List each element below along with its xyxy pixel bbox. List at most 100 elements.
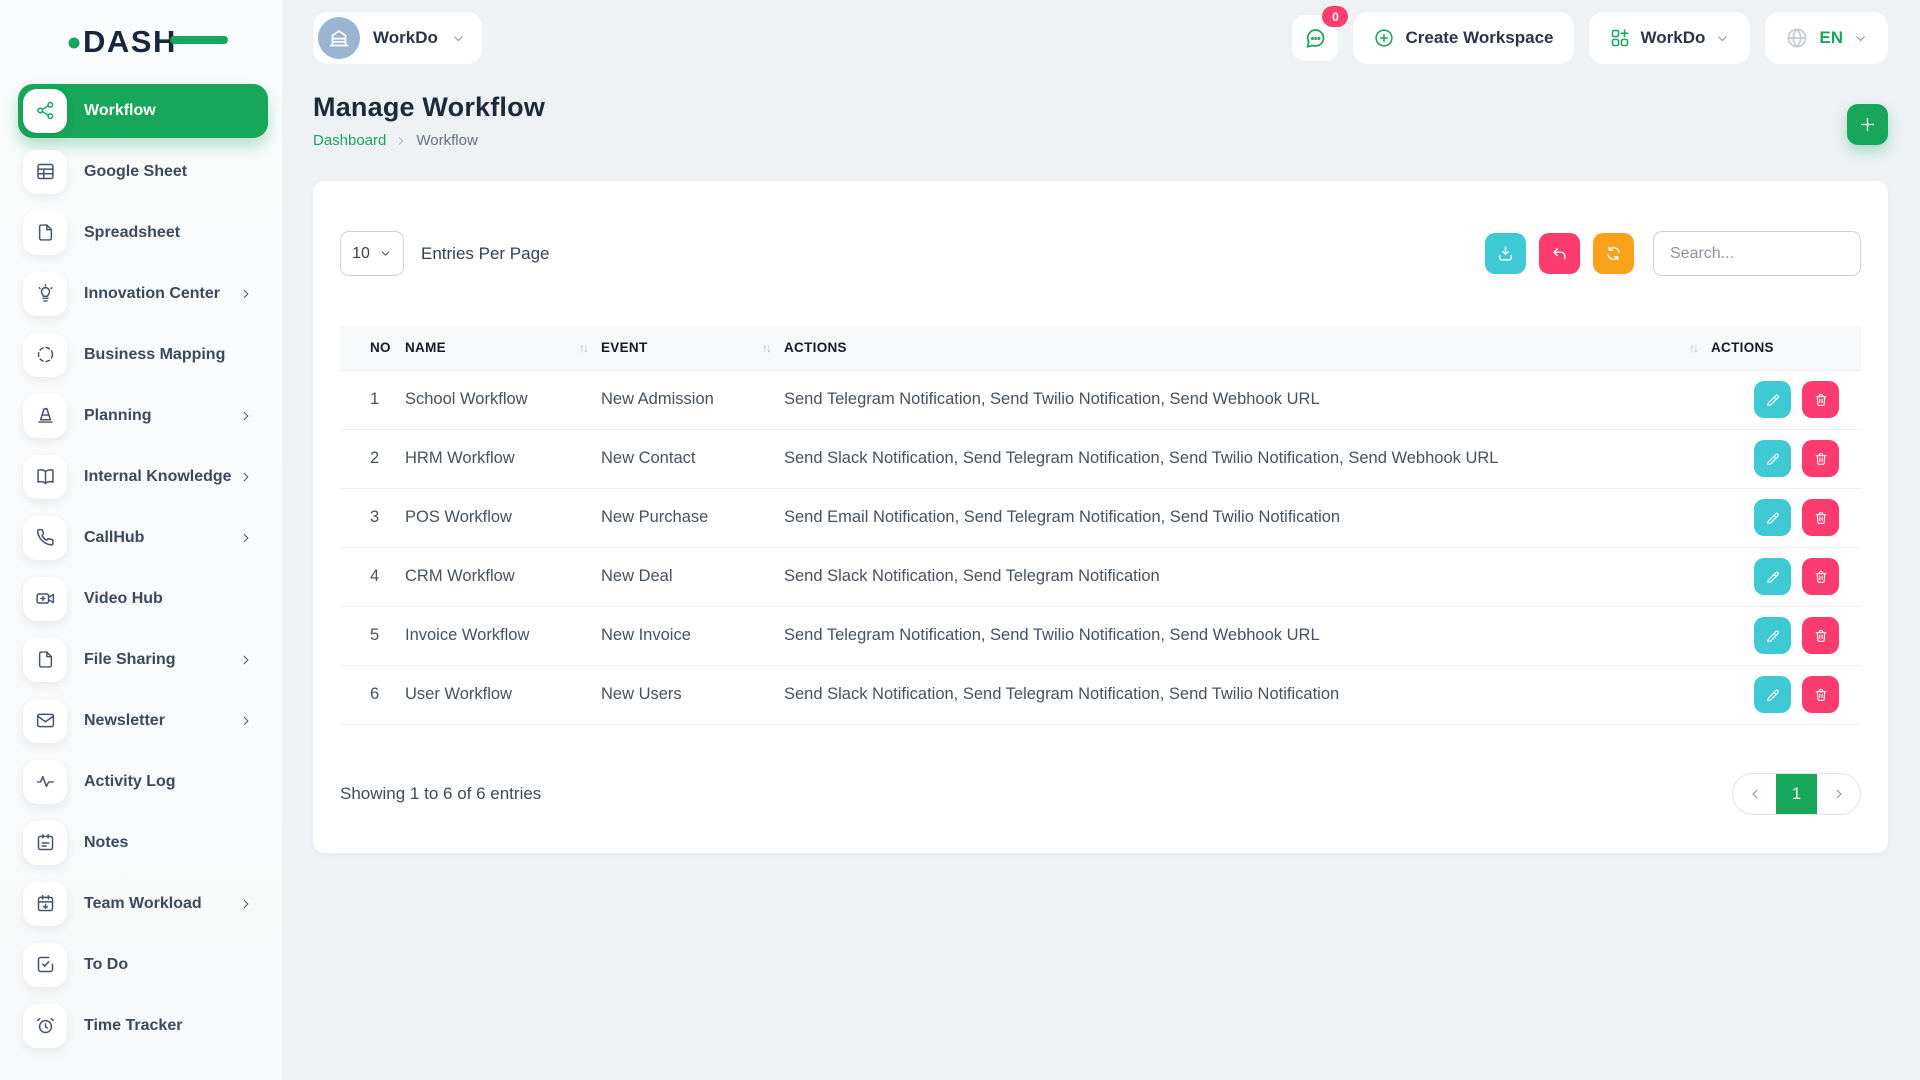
create-workspace-button[interactable]: Create Workspace xyxy=(1353,12,1573,64)
workspace-selector[interactable]: WorkDo xyxy=(313,12,482,64)
cell-event: New Deal xyxy=(601,547,784,606)
edit-row-button[interactable] xyxy=(1754,617,1791,654)
delete-row-button[interactable] xyxy=(1802,676,1839,713)
cell-no: 2 xyxy=(340,429,405,488)
entries-per-page-select[interactable]: 10 xyxy=(340,231,404,276)
breadcrumb-dashboard[interactable]: Dashboard xyxy=(313,132,386,149)
sidebar-item-internal-knowledge[interactable]: Internal Knowledge xyxy=(0,446,282,507)
chevron-right-icon xyxy=(239,531,253,545)
trash-icon xyxy=(1813,569,1829,585)
workflow-table-card: 10 Entries Per Page NONAME↑↓EVENT↑↓ACTIO… xyxy=(313,181,1888,853)
pencil-icon xyxy=(1765,392,1781,408)
pagination-page-1[interactable]: 1 xyxy=(1776,774,1817,814)
table-row: 6User WorkflowNew UsersSend Slack Notifi… xyxy=(340,665,1861,724)
sort-icon[interactable]: ↑↓ xyxy=(579,341,587,355)
cell-event: New Users xyxy=(601,665,784,724)
delete-row-button[interactable] xyxy=(1802,381,1839,418)
language-selector[interactable]: EN xyxy=(1765,12,1888,64)
sidebar-item-notes[interactable]: Notes xyxy=(0,812,282,873)
brand-logo: DASH xyxy=(0,0,282,80)
sidebar-item-video-hub[interactable]: Video Hub xyxy=(0,568,282,629)
chevron-down-icon xyxy=(451,31,466,46)
sort-icon[interactable]: ↑↓ xyxy=(762,341,770,355)
search-input[interactable] xyxy=(1653,231,1861,276)
sidebar-item-newsletter[interactable]: Newsletter xyxy=(0,690,282,751)
sidebar-item-label: Activity Log xyxy=(84,773,176,791)
cell-event: New Contact xyxy=(601,429,784,488)
cell-no: 4 xyxy=(340,547,405,606)
sidebar-item-business-mapping[interactable]: Business Mapping xyxy=(0,324,282,385)
sidebar-item-workflow[interactable]: Workflow xyxy=(0,80,282,141)
column-header-no-0: NO xyxy=(340,326,405,370)
cone-icon xyxy=(23,394,67,438)
pencil-icon xyxy=(1765,569,1781,585)
edit-row-button[interactable] xyxy=(1754,440,1791,477)
sidebar-item-file-sharing[interactable]: File Sharing xyxy=(0,629,282,690)
cell-name: User Workflow xyxy=(405,665,601,724)
export-button[interactable] xyxy=(1485,233,1526,274)
cell-actions: Send Telegram Notification, Send Twilio … xyxy=(784,606,1711,665)
workspace-avatar xyxy=(318,17,360,59)
column-header-actions-3[interactable]: ACTIONS↑↓ xyxy=(784,326,1711,370)
sidebar-item-to-do[interactable]: To Do xyxy=(0,934,282,995)
sidebar-item-spreadsheet[interactable]: Spreadsheet xyxy=(0,202,282,263)
edit-row-button[interactable] xyxy=(1754,676,1791,713)
edit-row-button[interactable] xyxy=(1754,381,1791,418)
delete-row-button[interactable] xyxy=(1802,617,1839,654)
checksquare-icon xyxy=(23,943,67,987)
cell-name: School Workflow xyxy=(405,370,601,429)
column-header-name-1[interactable]: NAME↑↓ xyxy=(405,326,601,370)
sort-icon[interactable]: ↑↓ xyxy=(1689,341,1697,355)
entries-per-page-value: 10 xyxy=(352,245,370,263)
sidebar-item-time-tracker[interactable]: Time Tracker xyxy=(0,995,282,1056)
sidebar-item-callhub[interactable]: CallHub xyxy=(0,507,282,568)
calendar-icon xyxy=(23,882,67,926)
sidebar-item-label: CallHub xyxy=(84,529,144,547)
sidebar-item-planning[interactable]: Planning xyxy=(0,385,282,446)
trash-icon xyxy=(1813,451,1829,467)
cell-event: New Invoice xyxy=(601,606,784,665)
column-header-event-2[interactable]: EVENT↑↓ xyxy=(601,326,784,370)
cell-no: 5 xyxy=(340,606,405,665)
sheet-icon xyxy=(23,150,67,194)
cell-event: New Admission xyxy=(601,370,784,429)
pagination-prev[interactable] xyxy=(1733,774,1776,814)
sidebar-item-label: Newsletter xyxy=(84,712,165,730)
pagination: 1 xyxy=(1732,773,1861,815)
undo-button[interactable] xyxy=(1539,233,1580,274)
chevron-right-icon xyxy=(239,287,253,301)
language-label: EN xyxy=(1819,28,1843,48)
cell-no: 6 xyxy=(340,665,405,724)
messages-button[interactable]: 0 xyxy=(1292,15,1338,61)
file-icon xyxy=(23,638,67,682)
entries-summary: Showing 1 to 6 of 6 entries xyxy=(340,784,541,804)
table-row: 5Invoice WorkflowNew InvoiceSend Telegra… xyxy=(340,606,1861,665)
delete-row-button[interactable] xyxy=(1802,440,1839,477)
sidebar-item-innovation-center[interactable]: Innovation Center xyxy=(0,263,282,324)
trash-icon xyxy=(1813,392,1829,408)
pencil-icon xyxy=(1765,510,1781,526)
delete-row-button[interactable] xyxy=(1802,558,1839,595)
edit-row-button[interactable] xyxy=(1754,558,1791,595)
sidebar-item-label: Video Hub xyxy=(84,590,163,608)
workflow-table: NONAME↑↓EVENT↑↓ACTIONS↑↓ACTIONS 1School … xyxy=(340,326,1861,725)
pagination-next[interactable] xyxy=(1817,774,1860,814)
chevron-right-icon xyxy=(1832,787,1846,801)
add-workflow-button[interactable] xyxy=(1847,104,1888,145)
sidebar-item-activity-log[interactable]: Activity Log xyxy=(0,751,282,812)
edit-row-button[interactable] xyxy=(1754,499,1791,536)
chevron-down-icon xyxy=(1715,31,1730,46)
trash-icon xyxy=(1813,687,1829,703)
delete-row-button[interactable] xyxy=(1802,499,1839,536)
refresh-button[interactable] xyxy=(1593,233,1634,274)
notes-icon xyxy=(23,821,67,865)
plus-icon xyxy=(1858,115,1877,134)
column-header-actions-4: ACTIONS xyxy=(1711,326,1861,370)
sidebar-item-label: Team Workload xyxy=(84,895,202,913)
sidebar-item-team-workload[interactable]: Team Workload xyxy=(0,873,282,934)
sidebar-item-google-sheet[interactable]: Google Sheet xyxy=(0,141,282,202)
workspace-dropdown[interactable]: WorkDo xyxy=(1589,12,1751,64)
chevron-left-icon xyxy=(1748,787,1762,801)
chat-icon xyxy=(1303,26,1328,51)
cell-name: CRM Workflow xyxy=(405,547,601,606)
